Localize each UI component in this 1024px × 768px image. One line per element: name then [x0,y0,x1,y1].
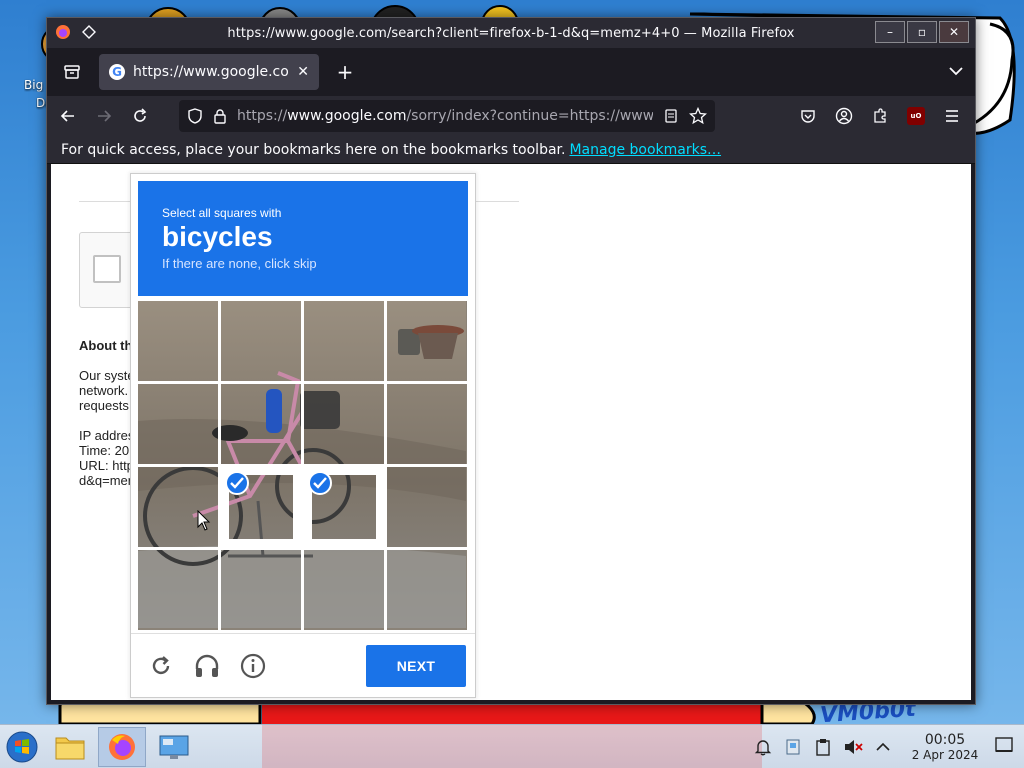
info-icon [240,653,266,678]
captcha-tile[interactable] [387,550,467,630]
firefox-view-icon [64,65,80,79]
control-panel-taskbar-button[interactable] [154,727,194,767]
captcha-tile[interactable] [138,467,218,547]
challenge-object: bicycles [162,221,273,252]
start-button[interactable] [2,727,42,767]
reload-icon [134,108,147,122]
reload-button[interactable] [125,101,155,131]
captcha-tile[interactable] [138,550,218,630]
tab-title: https://www.google.com/ [133,64,289,80]
next-button[interactable]: NEXT [366,645,466,687]
puzzle-icon [874,108,886,123]
captcha-tile[interactable] [304,384,384,464]
hamburger-menu-icon [946,110,958,122]
recaptcha-checkbox[interactable] [93,255,121,283]
captcha-tile[interactable] [304,467,384,547]
bookmark-star-icon[interactable] [689,107,707,125]
captcha-tile[interactable] [304,301,384,381]
navigation-toolbar: https://www.google.com/sorry/index?conti… [47,96,975,136]
captcha-tile[interactable] [304,550,384,630]
checkmark-icon [308,471,332,495]
taskbar: 00:05 2 Apr 2024 [0,724,1024,768]
challenge-grid [138,301,467,630]
reload-icon [152,655,170,674]
recaptcha-challenge: Select all squares with bicycles If ther… [130,173,476,698]
challenge-footer: NEXT [131,633,475,697]
captcha-tile[interactable] [387,384,467,464]
clock-time: 00:05 [924,731,966,748]
close-button[interactable]: ✕ [939,21,969,43]
notification-bell-icon[interactable] [752,736,774,758]
captcha-tile[interactable] [221,467,301,547]
arrow-right-icon [98,110,112,122]
ublock-button[interactable]: uO [901,101,931,131]
firefox-icon[interactable] [53,22,73,42]
tab-google[interactable]: G https://www.google.com/ ✕ [99,54,319,90]
volume-muted-icon[interactable] [842,736,864,758]
reader-view-icon[interactable] [663,108,679,124]
clipboard-icon[interactable] [812,736,834,758]
account-button[interactable] [829,101,859,131]
show-desktop-icon [995,737,1013,752]
captcha-tile[interactable] [221,301,301,381]
pin-icon[interactable] [79,22,99,42]
forward-button[interactable] [89,101,119,131]
captcha-tile[interactable] [138,384,218,464]
maximize-button[interactable]: ▫ [907,21,937,43]
captcha-tile[interactable] [138,301,218,381]
network-icon[interactable] [782,736,804,758]
clock-date: 2 Apr 2024 [911,747,979,762]
captcha-tile[interactable] [221,550,301,630]
pocket-icon [801,110,815,123]
google-favicon-icon: G [109,64,125,80]
challenge-instruction: Select all squares with [162,206,282,220]
file-manager-taskbar-button[interactable] [50,727,90,767]
captcha-tile[interactable] [387,301,467,381]
reload-challenge-button[interactable] [145,650,177,682]
account-icon [835,107,853,125]
captcha-tile[interactable] [221,384,301,464]
title-bar[interactable]: https://www.google.com/search?client=fir… [47,18,975,48]
audio-challenge-button[interactable] [191,650,223,682]
bookmarks-toolbar: For quick access, place your bookmarks h… [47,136,975,164]
url-bar[interactable]: https://www.google.com/sorry/index?conti… [179,100,715,132]
headphones-icon [195,654,219,677]
checkmark-icon [225,471,249,495]
extensions-button[interactable] [865,101,895,131]
folder-icon [55,737,85,760]
tab-close-icon[interactable]: ✕ [297,64,309,80]
back-button[interactable] [53,101,83,131]
chevron-down-icon [949,67,963,76]
show-desktop-button[interactable] [994,736,1016,758]
pocket-button[interactable] [793,101,823,131]
shield-icon[interactable] [187,108,203,124]
monitor-icon [159,735,189,759]
taskbar-wallpaper-overlay [262,725,762,768]
manage-bookmarks-link[interactable]: Manage bookmarks… [569,142,721,158]
challenge-skip-hint: If there are none, click skip [162,256,317,271]
bookmarks-message: For quick access, place your bookmarks h… [61,141,566,158]
arrow-left-icon [60,110,74,122]
system-tray: 00:05 2 Apr 2024 [748,725,1024,768]
clock[interactable]: 00:05 2 Apr 2024 [906,732,984,763]
list-all-tabs-button[interactable] [949,61,963,80]
firefox-view-button[interactable] [55,55,89,89]
windows-start-icon [6,731,38,763]
url-text[interactable]: https://www.google.com/sorry/index?conti… [237,108,653,124]
firefox-icon [109,734,135,760]
help-button[interactable] [237,650,269,682]
minimize-button[interactable]: – [875,21,905,43]
captcha-tile[interactable] [387,467,467,547]
ublock-icon: uO [907,107,925,125]
challenge-header: Select all squares with bicycles If ther… [138,181,468,296]
tab-bar: G https://www.google.com/ ✕ + [47,49,975,95]
app-menu-button[interactable] [937,101,967,131]
new-tab-button[interactable]: + [333,60,357,84]
window-title: https://www.google.com/search?client=fir… [227,25,795,41]
firefox-taskbar-button[interactable] [98,727,146,767]
lock-icon[interactable] [213,108,227,124]
tray-expand-icon[interactable] [872,736,894,758]
mouse-cursor-icon [197,510,211,531]
